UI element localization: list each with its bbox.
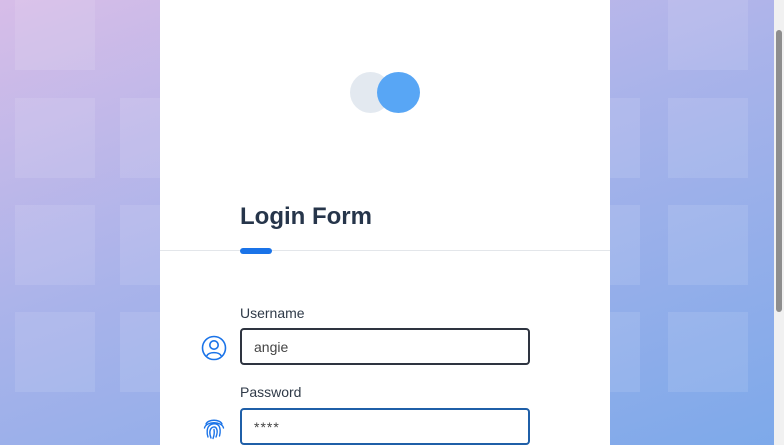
scrollbar[interactable] (774, 0, 784, 445)
divider (160, 250, 610, 251)
fingerprint-icon (203, 419, 225, 440)
logo (350, 72, 420, 113)
scrollbar-thumb[interactable] (776, 30, 782, 312)
username-label: Username (240, 305, 305, 321)
login-card: Login Form Username Password (160, 0, 610, 445)
username-field[interactable] (240, 328, 530, 365)
user-icon (201, 335, 227, 361)
password-field[interactable] (240, 408, 530, 445)
logo-circle-front (377, 72, 420, 113)
title-underline (240, 248, 272, 254)
page-title: Login Form (240, 203, 372, 230)
password-label: Password (240, 384, 302, 400)
